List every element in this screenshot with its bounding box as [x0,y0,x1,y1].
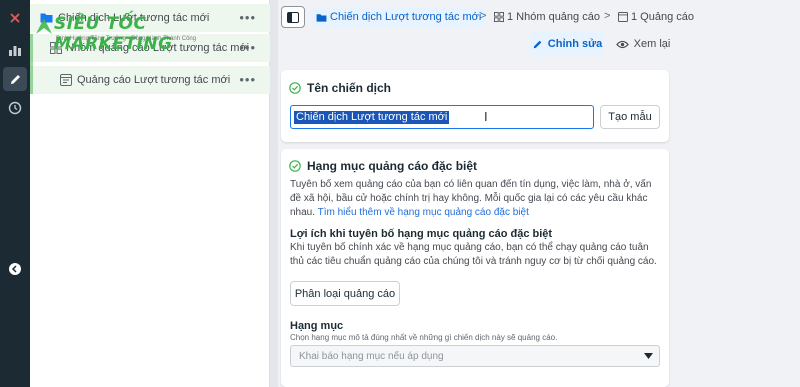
tree-item-label: Nhóm quảng cáo Lượt tương tác mới [66,42,250,54]
breadcrumb-campaign-label: Chiến dịch Lượt tương tác mới [330,11,482,23]
text-cursor-icon: I [484,109,488,124]
chart-icon[interactable] [3,38,27,62]
category-select-placeholder: Khai báo hạng mục nếu áp dụng [299,351,444,362]
benefit-title: Lợi ích khi tuyên bố hạng mục quảng cáo … [290,228,553,240]
selection-bar [30,34,33,94]
folder-icon [316,13,327,22]
edit-button-label: Chỉnh sửa [547,38,603,50]
edit-button[interactable]: Chỉnh sửa [530,32,604,56]
campaign-name-input[interactable]: Chiến dịch Lượt tương tác mới I [290,105,594,129]
close-icon[interactable] [3,6,27,30]
tree-item-campaign[interactable]: Chiến dịch Lượt tương tác mới ••• [30,4,270,32]
more-icon[interactable]: ••• [239,72,256,87]
create-template-button[interactable]: Tạo mẫu [600,105,660,129]
breadcrumb-ad-label: 1 Quảng cáo [631,11,694,23]
campaign-name-card: Tên chiến dịch Chiến dịch Lượt tương tác… [281,70,669,142]
category-select[interactable]: Khai báo hạng mục nếu áp dụng [290,345,660,367]
eye-icon [615,40,629,48]
campaign-name-value: Chiến dịch Lượt tương tác mới [294,111,450,124]
pencil-icon[interactable] [3,67,27,91]
ad-icon [618,12,628,22]
breadcrumb-separator: > [604,10,611,22]
more-icon[interactable]: ••• [239,10,256,25]
review-button[interactable]: Xem lại [612,32,674,56]
campaign-tree: Chiến dịch Lượt tương tác mới ••• Nhóm q… [30,0,270,387]
benefit-text: Khi tuyên bố chính xác về hạng mục quảng… [290,242,657,267]
classify-ad-button[interactable]: Phân loại quảng cáo [290,281,400,306]
left-rail [0,0,30,387]
special-category-description: Tuyên bố xem quảng cáo của bạn có liên q… [290,178,662,220]
pencil-icon [533,40,542,48]
check-circle-icon [289,82,301,94]
tree-item-label: Quảng cáo Lượt tương tác mới [77,74,231,86]
breadcrumb: Chiến dịch Lượt tương tác mới > 1 Nhóm q… [278,0,800,34]
breadcrumb-adset[interactable]: 1 Nhóm quảng cáo [494,7,600,27]
breadcrumb-adset-label: 1 Nhóm quảng cáo [507,11,600,23]
clock-icon[interactable] [3,96,27,120]
grid-icon [494,12,504,22]
sidebar-icon [287,11,299,23]
tree-item-ad[interactable]: Quảng cáo Lượt tương tác mới ••• [30,66,270,94]
grid-icon [50,42,62,54]
breadcrumb-ad[interactable]: 1 Quảng cáo [618,7,694,27]
panel-splitter[interactable] [270,0,278,387]
more-icon[interactable]: ••• [239,40,256,55]
tree-item-label: Chiến dịch Lượt tương tác mới [58,12,210,24]
panel-toggle-button[interactable] [281,6,305,28]
category-field-label: Hạng mục [290,320,344,332]
category-field-help: Chọn hạng mục mô tả đúng nhất về những g… [290,333,558,342]
collapse-icon[interactable] [3,257,27,281]
ad-icon [60,74,72,86]
breadcrumb-campaign[interactable]: Chiến dịch Lượt tương tác mới [312,7,486,27]
special-category-card: Hạng mục quảng cáo đặc biệt Tuyên bố xem… [281,149,669,387]
review-button-label: Xem lại [633,38,671,50]
learn-more-link[interactable]: Tìm hiểu thêm về hạng mục quảng cáo đặc … [318,207,529,218]
caret-down-icon [644,353,653,359]
breadcrumb-separator: > [480,10,487,22]
tree-item-adset[interactable]: Nhóm quảng cáo Lượt tương tác mới ••• [30,34,270,62]
special-category-title: Hạng mục quảng cáo đặc biệt [307,159,478,173]
folder-icon [40,12,53,23]
check-circle-icon [289,160,301,172]
campaign-name-title: Tên chiến dịch [307,81,392,95]
